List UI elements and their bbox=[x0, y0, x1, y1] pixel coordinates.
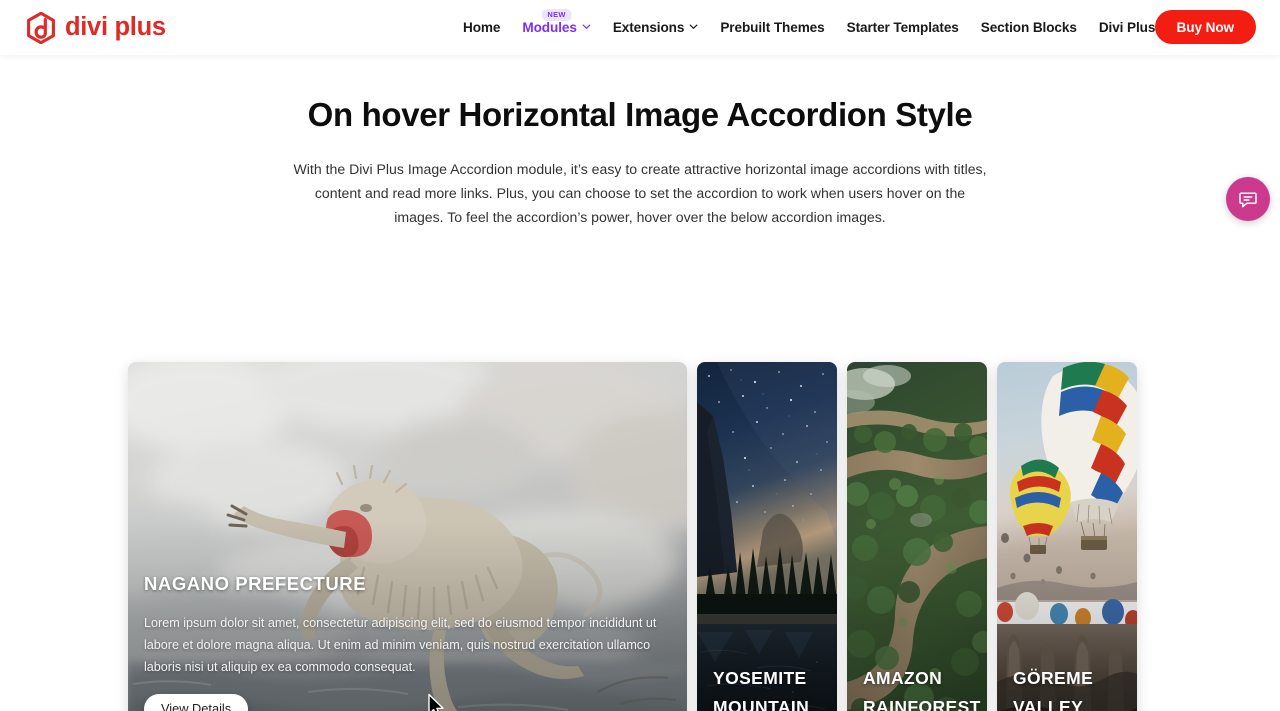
nav-item-label: Extensions bbox=[612, 20, 685, 35]
panel-content: AMAZON RAINFOREST bbox=[863, 664, 981, 711]
nav-item-label: Home bbox=[463, 20, 501, 35]
chevron-down-icon bbox=[582, 22, 591, 31]
new-badge: NEW bbox=[541, 9, 572, 21]
nav-item-home[interactable]: Home bbox=[452, 0, 511, 55]
page-content: On hover Horizontal Image Accordion Styl… bbox=[0, 95, 1280, 711]
accordion-panel-amazon[interactable]: AMAZON RAINFOREST bbox=[847, 362, 987, 711]
image-accordion: NAGANO PREFECTURE Lorem ipsum dolor sit … bbox=[128, 362, 1142, 711]
nav-item-section-blocks[interactable]: Section Blocks bbox=[970, 0, 1088, 55]
primary-navigation: Home NEW Modules Extensions Prebuilt The… bbox=[452, 0, 1206, 55]
site-header: divi plus Home NEW Modules Extensions Pr… bbox=[0, 0, 1280, 55]
accordion-panel-goreme[interactable]: GÖREME VALLEY bbox=[997, 362, 1137, 711]
accordion-panel-nagano[interactable]: NAGANO PREFECTURE Lorem ipsum dolor sit … bbox=[128, 362, 687, 711]
panel-title: AMAZON RAINFOREST bbox=[863, 668, 981, 711]
panel-content: NAGANO PREFECTURE Lorem ipsum dolor sit … bbox=[144, 569, 665, 711]
page-description: With the Divi Plus Image Accordion modul… bbox=[293, 160, 987, 225]
nav-item-label: Section Blocks bbox=[980, 20, 1077, 35]
nav-item-starter-templates[interactable]: Starter Templates bbox=[836, 0, 970, 55]
panel-title: NAGANO PREFECTURE bbox=[144, 572, 367, 594]
panel-overlay-scrim bbox=[997, 362, 1137, 711]
view-details-button[interactable]: View Details bbox=[144, 693, 249, 711]
panel-content: GÖREME VALLEY bbox=[1013, 664, 1121, 711]
accordion-panel-yosemite[interactable]: YOSEMITE MOUNTAIN bbox=[697, 362, 837, 711]
panel-title: YOSEMITE MOUNTAIN bbox=[713, 668, 810, 711]
brand-logo-link[interactable]: divi plus bbox=[26, 11, 166, 44]
chat-bubble-icon bbox=[1238, 189, 1258, 209]
buy-now-button[interactable]: Buy Now bbox=[1154, 10, 1256, 44]
nav-item-extensions[interactable]: Extensions bbox=[602, 0, 710, 55]
chat-widget-button[interactable] bbox=[1226, 176, 1270, 221]
chevron-down-icon bbox=[689, 22, 698, 31]
panel-overlay-scrim bbox=[847, 362, 987, 711]
brand-wordmark: divi plus bbox=[65, 12, 166, 41]
panel-overlay-scrim bbox=[697, 362, 837, 711]
nav-item-modules[interactable]: NEW Modules bbox=[511, 0, 601, 55]
panel-description: Lorem ipsum dolor sit amet, consectetur … bbox=[144, 615, 657, 674]
nav-item-label: Modules bbox=[522, 20, 577, 35]
panel-title: GÖREME VALLEY bbox=[1013, 668, 1094, 711]
nav-item-label: Prebuilt Themes bbox=[720, 20, 825, 35]
nav-item-label: Starter Templates bbox=[846, 20, 959, 35]
divi-plus-hexagon-logo-icon bbox=[26, 11, 56, 44]
nav-item-prebuilt-themes[interactable]: Prebuilt Themes bbox=[709, 0, 835, 55]
page-title: On hover Horizontal Image Accordion Styl… bbox=[307, 96, 973, 133]
panel-content: YOSEMITE MOUNTAIN bbox=[713, 664, 821, 711]
